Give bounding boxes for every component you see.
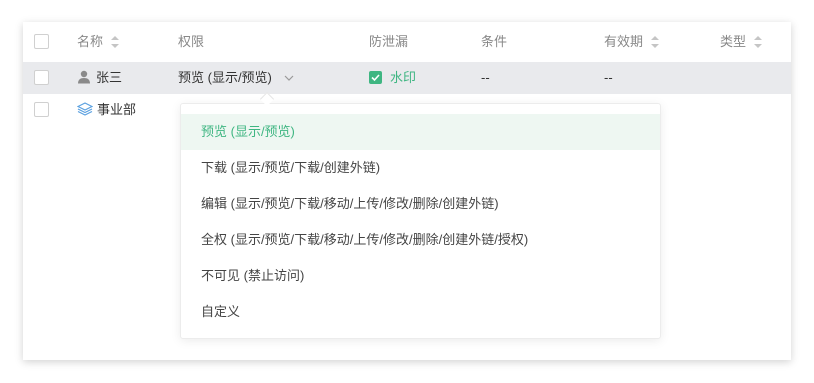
header-name-label: 名称	[77, 34, 104, 49]
sort-icon[interactable]	[650, 35, 659, 48]
row-name: 事业部	[77, 94, 136, 126]
option-download[interactable]: 下载 (显示/预览/下载/创建外链)	[181, 150, 660, 186]
header-type-label: 类型	[720, 34, 747, 49]
sort-icon[interactable]	[753, 35, 762, 48]
row-checkbox-cell	[34, 94, 49, 126]
header-permission-label: 权限	[178, 34, 205, 49]
group-icon	[77, 102, 93, 116]
row-condition: --	[481, 70, 490, 85]
table-header: 名称 权限 防泄漏 条件 有效期 类型	[23, 26, 791, 58]
leak-prevention-cell: 水印	[369, 62, 416, 94]
select-all-checkbox[interactable]	[34, 34, 49, 50]
option-custom[interactable]: 自定义	[181, 294, 660, 330]
row-name: 张三	[77, 62, 122, 94]
watermark-label: 水印	[390, 70, 417, 85]
header-name[interactable]: 名称	[77, 26, 119, 58]
permission-select-value: 预览 (显示/预览)	[178, 70, 272, 85]
header-leak-prevention: 防泄漏	[369, 26, 408, 58]
watermark-checkbox[interactable]	[369, 70, 382, 84]
row-checkbox[interactable]	[34, 70, 49, 86]
option-preview[interactable]: 预览 (显示/预览)	[181, 114, 660, 150]
row-name-label: 事业部	[97, 102, 137, 117]
permission-dropdown: 预览 (显示/预览) 下载 (显示/预览/下载/创建外链) 编辑 (显示/预览/…	[180, 103, 661, 339]
chevron-down-icon[interactable]	[284, 75, 294, 81]
user-icon	[77, 70, 91, 84]
header-leak-label: 防泄漏	[369, 34, 409, 49]
permission-select[interactable]: 预览 (显示/预览)	[178, 62, 294, 94]
sort-icon[interactable]	[110, 35, 119, 48]
header-condition: 条件	[481, 26, 507, 58]
header-condition-label: 条件	[481, 34, 508, 49]
header-expiry-label: 有效期	[604, 34, 644, 49]
header-type[interactable]: 类型	[720, 26, 762, 58]
option-edit[interactable]: 编辑 (显示/预览/下载/移动/上传/修改/删除/创建外链)	[181, 186, 660, 222]
select-all-cell	[34, 26, 49, 58]
option-full-control[interactable]: 全权 (显示/预览/下载/移动/上传/修改/删除/创建外链/授权)	[181, 222, 660, 258]
row-checkbox-cell	[34, 62, 49, 94]
table-row[interactable]: 张三 预览 (显示/预览) 水印 -- --	[23, 62, 791, 94]
row-expiry: --	[604, 70, 613, 85]
header-expiry[interactable]: 有效期	[604, 26, 659, 58]
row-checkbox[interactable]	[34, 102, 49, 118]
option-invisible[interactable]: 不可见 (禁止访问)	[181, 258, 660, 294]
row-name-label: 张三	[96, 70, 123, 85]
header-permission: 权限	[178, 26, 204, 58]
